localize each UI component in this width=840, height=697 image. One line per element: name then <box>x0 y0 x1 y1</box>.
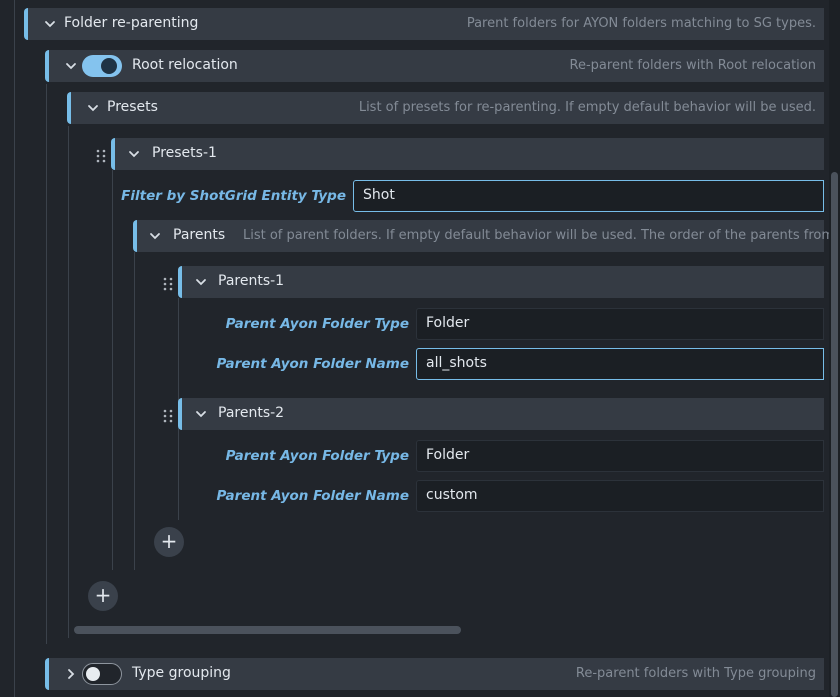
parent-folder-type-label: Parent Ayon Folder Type <box>225 316 409 332</box>
section-title: Type grouping <box>132 665 231 681</box>
root-relocation-toggle[interactable] <box>82 55 122 77</box>
section-title: Presets <box>107 99 158 115</box>
add-preset-button[interactable]: + <box>88 581 118 611</box>
filter-entity-type-label: Filter by ShotGrid Entity Type <box>121 188 346 204</box>
type-grouping-header[interactable]: Type grouping Re-parent folders with Typ… <box>45 658 824 690</box>
drag-handle-icon[interactable] <box>163 276 173 291</box>
section-title: Folder re-parenting <box>64 15 199 31</box>
chevron-down-icon[interactable] <box>194 407 208 421</box>
type-grouping-toggle[interactable] <box>82 663 122 685</box>
filter-entity-type-field[interactable]: Shot <box>353 180 824 212</box>
root-relocation-header[interactable]: Root relocation Re-parent folders with R… <box>45 50 824 82</box>
parent-folder-name-field[interactable]: custom <box>416 480 824 512</box>
parents-1-header[interactable]: Parents-1 <box>178 266 824 298</box>
tree-guide-line <box>14 0 15 697</box>
parent-folder-name-label: Parent Ayon Folder Name <box>216 356 409 372</box>
preset-title: Presets-1 <box>152 145 217 161</box>
parent-folder-type-label: Parent Ayon Folder Type <box>225 448 409 464</box>
chevron-down-icon[interactable] <box>127 147 141 161</box>
folder-reparenting-header[interactable]: Folder re-parenting Parent folders for A… <box>24 8 824 40</box>
parent-folder-name-label: Parent Ayon Folder Name <box>216 488 409 504</box>
presets-header[interactable]: Presets List of presets for re-parenting… <box>67 92 824 124</box>
chevron-right-icon[interactable] <box>64 667 78 681</box>
section-description: List of parent folders. If empty default… <box>243 228 834 243</box>
drag-handle-icon[interactable] <box>163 408 173 423</box>
chevron-down-icon[interactable] <box>148 229 162 243</box>
toggle-knob <box>86 666 100 681</box>
preset-1-header[interactable]: Presets-1 <box>111 138 824 170</box>
chevron-down-icon[interactable] <box>64 59 78 73</box>
section-description: Re-parent folders with Root relocation <box>569 58 816 73</box>
parent-folder-type-field[interactable]: Folder <box>416 440 824 472</box>
horizontal-scrollbar[interactable] <box>74 626 461 634</box>
tree-guide-line <box>68 126 69 638</box>
parents-header[interactable]: Parents List of parent folders. If empty… <box>133 220 834 252</box>
section-title: Root relocation <box>132 57 238 73</box>
chevron-down-icon[interactable] <box>43 17 57 31</box>
add-parent-button[interactable]: + <box>154 527 184 557</box>
toggle-knob <box>101 58 117 74</box>
parent-folder-type-field[interactable]: Folder <box>416 308 824 340</box>
parent-item-title: Parents-1 <box>218 273 285 289</box>
parents-2-header[interactable]: Parents-2 <box>178 398 824 430</box>
section-title: Parents <box>173 227 226 243</box>
tree-guide-line <box>46 84 47 644</box>
section-description: Parent folders for AYON folders matching… <box>466 16 816 31</box>
section-description: Re-parent folders with Type grouping <box>575 666 816 681</box>
parent-item-title: Parents-2 <box>218 405 285 421</box>
chevron-down-icon[interactable] <box>194 275 208 289</box>
vertical-scrollbar-thumb[interactable] <box>831 172 838 697</box>
parent-folder-name-field[interactable]: all_shots <box>416 348 824 380</box>
tree-guide-line <box>134 252 135 570</box>
chevron-down-icon[interactable] <box>86 101 100 115</box>
section-description: List of presets for re-parenting. If emp… <box>358 100 816 115</box>
drag-handle-icon[interactable] <box>96 148 106 163</box>
tree-guide-line <box>112 170 113 570</box>
